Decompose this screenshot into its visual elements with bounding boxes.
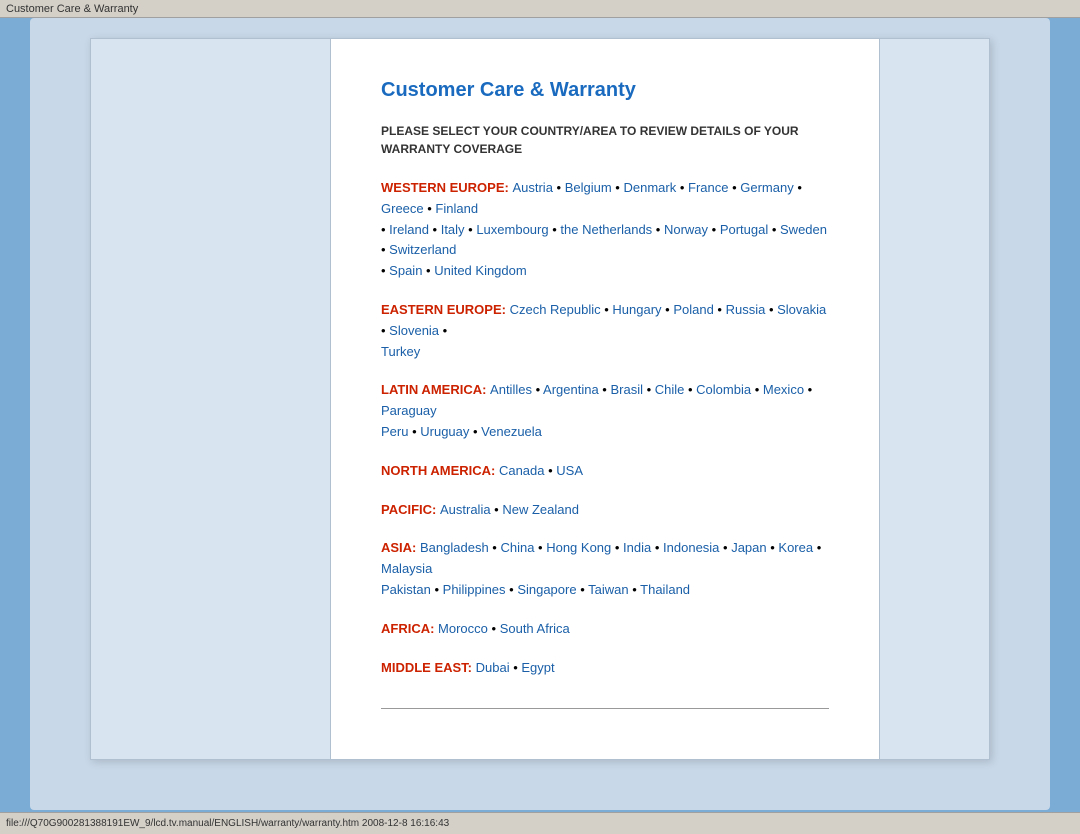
region-label-pacific: PACIFIC:: [381, 502, 440, 517]
country-link-turkey[interactable]: Turkey: [381, 344, 420, 359]
country-link-australia[interactable]: Australia: [440, 502, 491, 517]
region-block-asia: ASIA: Bangladesh • China • Hong Kong • I…: [381, 538, 829, 600]
country-link-hungary[interactable]: Hungary: [612, 302, 661, 317]
country-link-india[interactable]: India: [623, 540, 651, 555]
country-link-slovakia[interactable]: Slovakia: [777, 302, 826, 317]
country-link-taiwan[interactable]: Taiwan: [588, 582, 628, 597]
country-link-mexico[interactable]: Mexico: [763, 382, 804, 397]
country-link-south-africa[interactable]: South Africa: [500, 621, 570, 636]
status-url: file:///Q70G900281388191EW_9/lcd.tv.manu…: [6, 818, 449, 829]
country-link-luxembourg[interactable]: Luxembourg: [476, 222, 548, 237]
country-link-venezuela[interactable]: Venezuela: [481, 424, 542, 439]
region-label-eastern-europe: EASTERN EUROPE:: [381, 302, 510, 317]
region-label-western-europe: WESTERN EUROPE:: [381, 180, 512, 195]
country-link-new-zealand[interactable]: New Zealand: [502, 502, 579, 517]
country-link-norway[interactable]: Norway: [664, 222, 708, 237]
country-link-thailand[interactable]: Thailand: [640, 582, 690, 597]
page-subtitle: PLEASE SELECT YOUR COUNTRY/AREA TO REVIE…: [381, 122, 829, 158]
country-link-antilles[interactable]: Antilles: [490, 382, 532, 397]
country-link-switzerland[interactable]: Switzerland: [389, 242, 456, 257]
country-link-pakistan[interactable]: Pakistan: [381, 582, 431, 597]
page-title: Customer Care & Warranty: [381, 79, 829, 102]
region-label-africa: AFRICA:: [381, 621, 438, 636]
country-link-france[interactable]: France: [688, 180, 728, 195]
country-link-poland[interactable]: Poland: [673, 302, 713, 317]
region-label-middle-east: MIDDLE EAST:: [381, 660, 476, 675]
country-link-belgium[interactable]: Belgium: [565, 180, 612, 195]
regions-container: WESTERN EUROPE: Austria • Belgium • Denm…: [381, 178, 829, 678]
country-link-egypt[interactable]: Egypt: [521, 660, 554, 675]
country-link-argentina[interactable]: Argentina: [543, 382, 599, 397]
country-link-japan[interactable]: Japan: [731, 540, 766, 555]
country-link-colombia[interactable]: Colombia: [696, 382, 751, 397]
country-link-canada[interactable]: Canada: [499, 463, 545, 478]
country-link-denmark[interactable]: Denmark: [623, 180, 676, 195]
country-link-spain[interactable]: Spain: [389, 263, 422, 278]
country-link-usa[interactable]: USA: [556, 463, 583, 478]
country-link-portugal[interactable]: Portugal: [720, 222, 768, 237]
country-link-brasil[interactable]: Brasil: [610, 382, 643, 397]
region-block-middle-east: MIDDLE EAST: Dubai • Egypt: [381, 658, 829, 679]
country-link-morocco[interactable]: Morocco: [438, 621, 488, 636]
country-link-peru[interactable]: Peru: [381, 424, 408, 439]
country-link-finland[interactable]: Finland: [435, 201, 478, 216]
country-link-united-kingdom[interactable]: United Kingdom: [434, 263, 527, 278]
country-link-the-netherlands[interactable]: the Netherlands: [560, 222, 652, 237]
country-link-paraguay[interactable]: Paraguay: [381, 403, 437, 418]
country-link-bangladesh[interactable]: Bangladesh: [420, 540, 489, 555]
region-label-latin-america: LATIN AMERICA:: [381, 382, 490, 397]
country-link-hong-kong[interactable]: Hong Kong: [546, 540, 611, 555]
country-link-korea[interactable]: Korea: [778, 540, 813, 555]
region-block-western-europe: WESTERN EUROPE: Austria • Belgium • Denm…: [381, 178, 829, 282]
country-link-italy[interactable]: Italy: [441, 222, 465, 237]
main-content: Customer Care & Warranty PLEASE SELECT Y…: [331, 39, 879, 759]
separator: [381, 708, 829, 709]
country-link-slovenia[interactable]: Slovenia: [389, 323, 439, 338]
country-link-ireland[interactable]: Ireland: [389, 222, 429, 237]
country-link-uruguay[interactable]: Uruguay: [420, 424, 469, 439]
region-block-north-america: NORTH AMERICA: Canada • USA: [381, 461, 829, 482]
status-bar: file:///Q70G900281388191EW_9/lcd.tv.manu…: [0, 812, 1080, 834]
country-link-china[interactable]: China: [500, 540, 534, 555]
country-link-czech-republic[interactable]: Czech Republic: [510, 302, 601, 317]
country-link-austria[interactable]: Austria: [512, 180, 552, 195]
country-link-dubai[interactable]: Dubai: [476, 660, 510, 675]
region-label-north-america: NORTH AMERICA:: [381, 463, 499, 478]
page-container: Customer Care & Warranty PLEASE SELECT Y…: [90, 38, 990, 760]
region-block-pacific: PACIFIC: Australia • New Zealand: [381, 500, 829, 521]
country-link-greece[interactable]: Greece: [381, 201, 424, 216]
country-link-philippines[interactable]: Philippines: [443, 582, 506, 597]
browser-title-text: Customer Care & Warranty: [6, 3, 138, 15]
right-sidebar: [879, 39, 989, 759]
region-block-eastern-europe: EASTERN EUROPE: Czech Republic • Hungary…: [381, 300, 829, 362]
country-link-sweden[interactable]: Sweden: [780, 222, 827, 237]
country-link-germany[interactable]: Germany: [740, 180, 793, 195]
region-label-asia: ASIA:: [381, 540, 420, 555]
outer-frame: Customer Care & Warranty PLEASE SELECT Y…: [30, 18, 1050, 810]
left-sidebar: [91, 39, 331, 759]
country-link-singapore[interactable]: Singapore: [517, 582, 576, 597]
region-block-africa: AFRICA: Morocco • South Africa: [381, 619, 829, 640]
country-link-malaysia[interactable]: Malaysia: [381, 561, 432, 576]
browser-title-bar: Customer Care & Warranty: [0, 0, 1080, 18]
region-block-latin-america: LATIN AMERICA: Antilles • Argentina • Br…: [381, 380, 829, 442]
country-link-indonesia[interactable]: Indonesia: [663, 540, 719, 555]
country-link-chile[interactable]: Chile: [655, 382, 685, 397]
country-link-russia[interactable]: Russia: [726, 302, 766, 317]
